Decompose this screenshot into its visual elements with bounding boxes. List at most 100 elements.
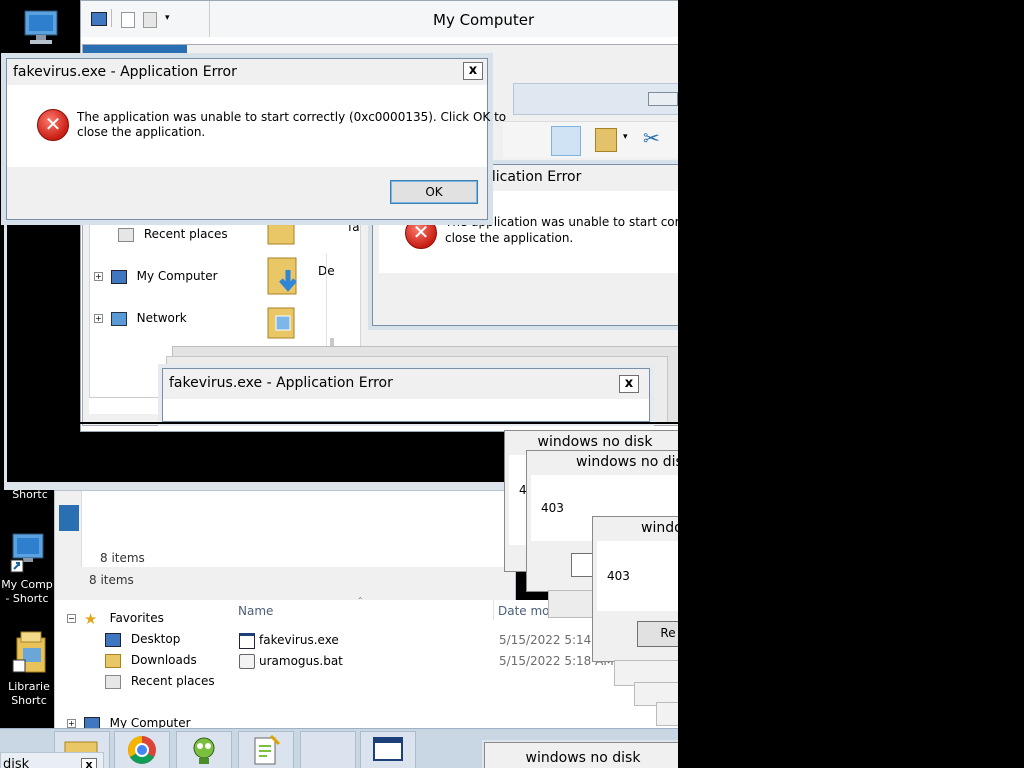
network-icon: [110, 311, 127, 326]
ribbon-toolbar: ▾ ✂: [503, 121, 678, 158]
folder-checkmark-icon[interactable]: [595, 128, 617, 152]
downloads-folder-item[interactable]: [266, 250, 306, 298]
explorer-title: My Computer: [433, 11, 535, 29]
window-title: windows no disk: [525, 750, 641, 766]
shortcut-desktop-icon[interactable]: Shortc: [0, 488, 60, 502]
my-computer-shortcut-icon[interactable]: My Comp - Shortc: [0, 530, 58, 606]
tree-item-my-computer[interactable]: + My Computer: [94, 266, 218, 286]
content-pane: 8 items: [81, 491, 516, 567]
window-border: [4, 220, 7, 484]
no-disk-window-3: windo 403 Re: [592, 516, 678, 662]
gecko-icon: [193, 737, 215, 764]
tree-item-favorites[interactable]: − ★ Favorites: [67, 608, 164, 628]
tree-item-desktop[interactable]: Desktop: [105, 629, 180, 649]
recent-places-icon: [105, 674, 121, 689]
minimize-button[interactable]: [648, 92, 678, 106]
desktop-icon: [105, 632, 121, 647]
window-controls-area: [513, 83, 678, 115]
window-border: [4, 482, 514, 490]
window-title: windo: [641, 520, 678, 536]
tree-item-network[interactable]: + Network: [94, 308, 187, 328]
layout-pane-icon[interactable]: [551, 126, 581, 156]
dialog-body: ✕ The application was unable to start co…: [7, 85, 506, 167]
notepad-plus-plus-icon: [254, 734, 281, 765]
taskbar-window-button[interactable]: [360, 731, 416, 768]
window-body: 403: [597, 541, 678, 611]
dropdown-arrow-icon[interactable]: ▾: [623, 132, 628, 142]
downloads-icon: [105, 653, 121, 668]
window-app-icon: [373, 737, 403, 761]
file-name: uramogus.bat: [259, 654, 343, 668]
explorer-window-lower: − ★ Favorites Desktop Downloads Recent p…: [54, 596, 678, 731]
file-name: fakevirus.exe: [259, 633, 339, 647]
qat-dropdown-icon[interactable]: ▾: [165, 13, 170, 23]
expand-icon[interactable]: +: [94, 314, 103, 323]
error-x-icon: ✕: [37, 109, 69, 141]
pictures-folder-icon: [267, 307, 295, 339]
ribbon-file-tab[interactable]: [83, 45, 187, 53]
items-count: 8 items: [100, 551, 145, 565]
collapse-icon[interactable]: −: [67, 614, 76, 623]
cut-scissors-icon[interactable]: ✂: [643, 126, 660, 150]
exe-file-icon: [239, 633, 255, 649]
qat-computer-icon[interactable]: [91, 12, 107, 26]
tree-item-recent-places[interactable]: Recent places: [118, 224, 228, 244]
taskbar-empty-button[interactable]: [300, 731, 356, 768]
status-bar: 8 items: [81, 569, 515, 593]
sort-arrow-icon: ⌃: [357, 596, 364, 605]
items-count-status: 8 items: [89, 573, 134, 587]
error-code: 403: [541, 501, 564, 515]
new-folder-icon[interactable]: [143, 12, 157, 28]
expand-icon[interactable]: +: [67, 719, 76, 728]
ok-button[interactable]: OK: [390, 180, 478, 204]
recent-places-icon: [118, 227, 134, 242]
explorer-titlebar: ▾ My Computer: [81, 1, 678, 37]
error-dialog-lower: fakevirus.exe - Application Error x: [162, 368, 650, 422]
bat-file-icon: [239, 654, 255, 669]
dialog-message-line2: close the application.: [445, 231, 574, 245]
close-icon[interactable]: x: [81, 758, 97, 768]
star-icon: ★: [83, 609, 98, 628]
downloads-folder-icon: [267, 257, 297, 295]
close-icon[interactable]: x: [619, 375, 639, 393]
dialog-title: fakevirus.exe - Application Error: [13, 64, 237, 80]
close-icon[interactable]: x: [463, 62, 483, 80]
dialog-body: [163, 399, 649, 421]
divider: [111, 9, 112, 27]
desktop: puter Shortc My Comp - Shortc Librarie S…: [0, 0, 678, 768]
item-label-partial: fa: [348, 220, 360, 234]
ribbon-file-tab[interactable]: [59, 505, 79, 531]
dialog-message-line1: The application was unable to start corr…: [77, 110, 507, 124]
error-dialog-main: fakevirus.exe - Application Error x ✕ Th…: [6, 58, 506, 220]
taskbar-chrome-button[interactable]: [114, 731, 170, 768]
tree-item-recent-places[interactable]: Recent places: [105, 671, 215, 691]
dialog-title-partial: plication Error: [483, 169, 582, 185]
monitor-shortcut-icon: [10, 533, 44, 573]
divider: [0, 422, 678, 424]
library-folder-icon: [12, 631, 46, 673]
error-code: 403: [607, 569, 630, 583]
column-divider[interactable]: [493, 600, 494, 620]
retry-button[interactable]: Re: [637, 621, 678, 647]
no-disk-window-bottom: windows no disk: [484, 742, 678, 768]
window-title: windows no dis: [576, 454, 678, 470]
pictures-folder-item[interactable]: [266, 300, 298, 344]
chrome-icon: [128, 736, 156, 764]
computer-icon: [110, 269, 127, 284]
window-stack-layer: [656, 702, 678, 726]
window-title: disk: [3, 757, 30, 768]
disk-window-partial: disk x: [0, 752, 104, 768]
dialog-title: fakevirus.exe - Application Error: [169, 375, 393, 391]
tree-item-downloads[interactable]: Downloads: [105, 650, 197, 670]
expand-icon[interactable]: +: [94, 272, 103, 281]
libraries-shortcut-icon[interactable]: Librarie Shortc: [0, 628, 60, 708]
dialog-message-line2: close the application.: [77, 125, 206, 139]
column-header-name[interactable]: Name: [238, 604, 273, 618]
taskbar-gecko-app-button[interactable]: [176, 731, 232, 768]
taskbar-notepadpp-button[interactable]: [238, 731, 294, 768]
monitor-icon: [24, 10, 58, 44]
error-x-icon: ✕: [405, 217, 437, 249]
explorer-window-middle: 8 items 8 items: [54, 490, 516, 604]
divider: [209, 1, 210, 37]
properties-icon[interactable]: [121, 12, 135, 28]
